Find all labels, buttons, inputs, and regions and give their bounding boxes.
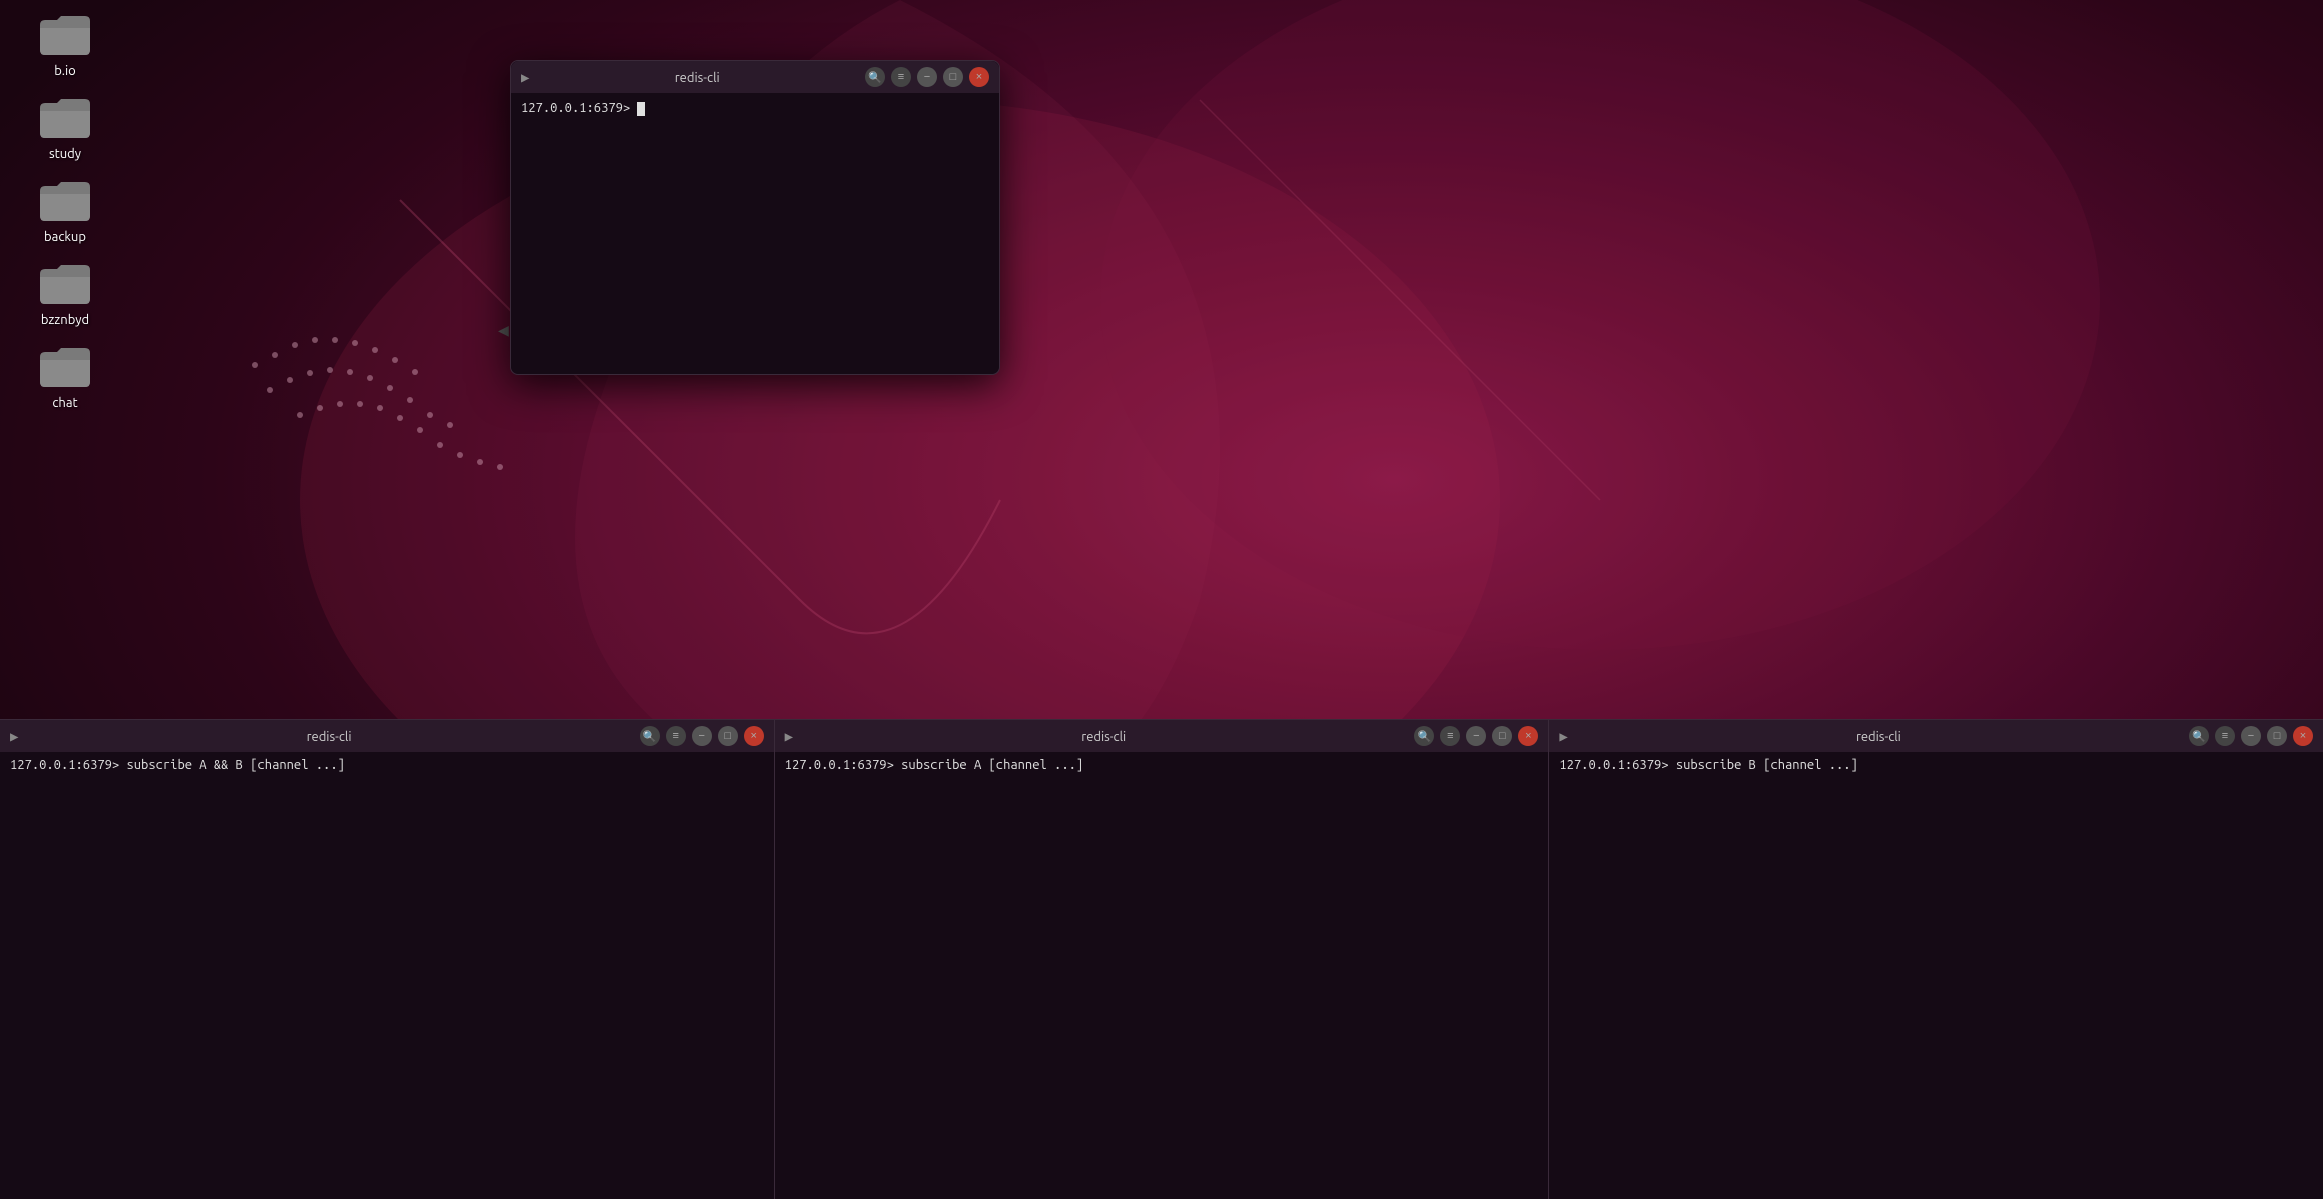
folder-icon-chat <box>35 342 95 392</box>
cursor-top <box>637 102 645 116</box>
desktop: b.io study backup <box>0 0 2323 1199</box>
terminal-title-bottom-left: redis-cli <box>307 730 352 744</box>
terminal-icon-bottom-middle: ▶ <box>785 728 793 745</box>
terminal-command-bottom-middle: 127.0.0.1:6379> subscribe A [channel ...… <box>785 758 1539 772</box>
search-button-bottom-left[interactable]: 🔍 <box>640 726 660 746</box>
close-button-bottom-middle[interactable]: × <box>1518 726 1538 746</box>
menu-button-top[interactable]: ≡ <box>891 67 911 87</box>
terminal-body-top: 127.0.0.1:6379> <box>511 93 999 374</box>
menu-button-bottom-right[interactable]: ≡ <box>2215 726 2235 746</box>
minimize-button-bottom-left[interactable]: − <box>692 726 712 746</box>
titlebar-left-bottom-middle: ▶ <box>785 728 793 745</box>
terminal-icon-top: ▶ <box>521 69 529 86</box>
terminal-titlebar-bottom-middle: ▶ redis-cli 🔍 ≡ − □ × <box>775 720 1549 752</box>
maximize-button-bottom-right[interactable]: □ <box>2267 726 2287 746</box>
folder-icon-bzznbyd <box>35 259 95 309</box>
sidebar-arrow[interactable]: ◀ <box>498 320 509 341</box>
folder-icon-backup <box>35 176 95 226</box>
menu-button-bottom-middle[interactable]: ≡ <box>1440 726 1460 746</box>
close-button-top[interactable]: × <box>969 67 989 87</box>
terminal-command-bottom-right: 127.0.0.1:6379> subscribe B [channel ...… <box>1559 758 2313 772</box>
titlebar-controls-top: 🔍 ≡ − □ × <box>865 67 989 87</box>
titlebar-center-top: redis-cli <box>529 68 865 86</box>
titlebar-controls-bottom-middle: 🔍 ≡ − □ × <box>1414 726 1538 746</box>
minimize-button-bottom-middle[interactable]: − <box>1466 726 1486 746</box>
desktop-icon-bzznbyd[interactable]: bzznbyd <box>20 259 110 327</box>
minimize-button-top[interactable]: − <box>917 67 937 87</box>
terminals-bottom-container: ▶ redis-cli 🔍 ≡ − □ × 127.0.0.1:6379> su… <box>0 719 2323 1199</box>
desktop-icons-container: b.io study backup <box>20 0 110 410</box>
terminal-title-top: redis-cli <box>675 71 720 85</box>
command-bottom-middle: subscribe A [channel ...] <box>901 758 1083 772</box>
titlebar-left-top: ▶ <box>521 69 529 86</box>
prompt-bottom-middle: 127.0.0.1:6379> <box>785 758 901 772</box>
titlebar-controls-bottom-left: 🔍 ≡ − □ × <box>640 726 764 746</box>
terminal-window-bottom-right: ▶ redis-cli 🔍 ≡ − □ × 127.0.0.1:6379> su… <box>1548 719 2323 1199</box>
terminal-body-bottom-right: 127.0.0.1:6379> subscribe B [channel ...… <box>1549 752 2323 1199</box>
icon-label-bzznbyd: bzznbyd <box>41 313 89 327</box>
folder-icon-study <box>35 93 95 143</box>
titlebar-center-bottom-right: redis-cli <box>1568 727 2189 745</box>
icon-label-bio: b.io <box>54 64 76 78</box>
titlebar-left-bottom-right: ▶ <box>1559 728 1567 745</box>
desktop-icon-backup[interactable]: backup <box>20 176 110 244</box>
command-bottom-right: subscribe B [channel ...] <box>1676 758 1858 772</box>
icon-label-study: study <box>49 147 81 161</box>
terminal-titlebar-bottom-right: ▶ redis-cli 🔍 ≡ − □ × <box>1549 720 2323 752</box>
terminal-body-bottom-left: 127.0.0.1:6379> subscribe A && B [channe… <box>0 752 774 1199</box>
maximize-button-bottom-middle[interactable]: □ <box>1492 726 1512 746</box>
icon-label-backup: backup <box>44 230 86 244</box>
close-button-bottom-right[interactable]: × <box>2293 726 2313 746</box>
terminal-prompt-top: 127.0.0.1:6379> <box>521 101 989 116</box>
icon-label-chat: chat <box>52 396 77 410</box>
prompt-bottom-right: 127.0.0.1:6379> <box>1559 758 1675 772</box>
terminal-body-bottom-middle: 127.0.0.1:6379> subscribe A [channel ...… <box>775 752 1549 1199</box>
titlebar-center-bottom-left: redis-cli <box>18 727 639 745</box>
terminal-window-bottom-left: ▶ redis-cli 🔍 ≡ − □ × 127.0.0.1:6379> su… <box>0 719 774 1199</box>
terminal-icon-bottom-right: ▶ <box>1559 728 1567 745</box>
prompt-text-top: 127.0.0.1:6379> <box>521 101 637 115</box>
search-button-bottom-right[interactable]: 🔍 <box>2189 726 2209 746</box>
titlebar-left-bottom-left: ▶ <box>10 728 18 745</box>
prompt-bottom-left: 127.0.0.1:6379> <box>10 758 126 772</box>
desktop-icon-bio[interactable]: b.io <box>20 10 110 78</box>
minimize-button-bottom-right[interactable]: − <box>2241 726 2261 746</box>
search-button-top[interactable]: 🔍 <box>865 67 885 87</box>
menu-button-bottom-left[interactable]: ≡ <box>666 726 686 746</box>
titlebar-center-bottom-middle: redis-cli <box>793 727 1414 745</box>
terminal-titlebar-top: ▶ redis-cli 🔍 ≡ − □ × <box>511 61 999 93</box>
maximize-button-top[interactable]: □ <box>943 67 963 87</box>
terminal-window-top: ▶ redis-cli 🔍 ≡ − □ × 127.0.0.1:6379> <box>510 60 1000 375</box>
desktop-icon-chat[interactable]: chat <box>20 342 110 410</box>
maximize-button-bottom-left[interactable]: □ <box>718 726 738 746</box>
close-button-bottom-left[interactable]: × <box>744 726 764 746</box>
folder-icon-bio <box>35 10 95 60</box>
terminal-title-bottom-right: redis-cli <box>1856 730 1901 744</box>
command-bottom-left: subscribe A && B [channel ...] <box>126 758 344 772</box>
terminal-command-bottom-left: 127.0.0.1:6379> subscribe A && B [channe… <box>10 758 764 772</box>
desktop-icon-study[interactable]: study <box>20 93 110 161</box>
terminal-icon-bottom-left: ▶ <box>10 728 18 745</box>
terminal-title-bottom-middle: redis-cli <box>1081 730 1126 744</box>
terminal-titlebar-bottom-left: ▶ redis-cli 🔍 ≡ − □ × <box>0 720 774 752</box>
search-button-bottom-middle[interactable]: 🔍 <box>1414 726 1434 746</box>
terminal-window-bottom-middle: ▶ redis-cli 🔍 ≡ − □ × 127.0.0.1:6379> su… <box>774 719 1549 1199</box>
titlebar-controls-bottom-right: 🔍 ≡ − □ × <box>2189 726 2313 746</box>
